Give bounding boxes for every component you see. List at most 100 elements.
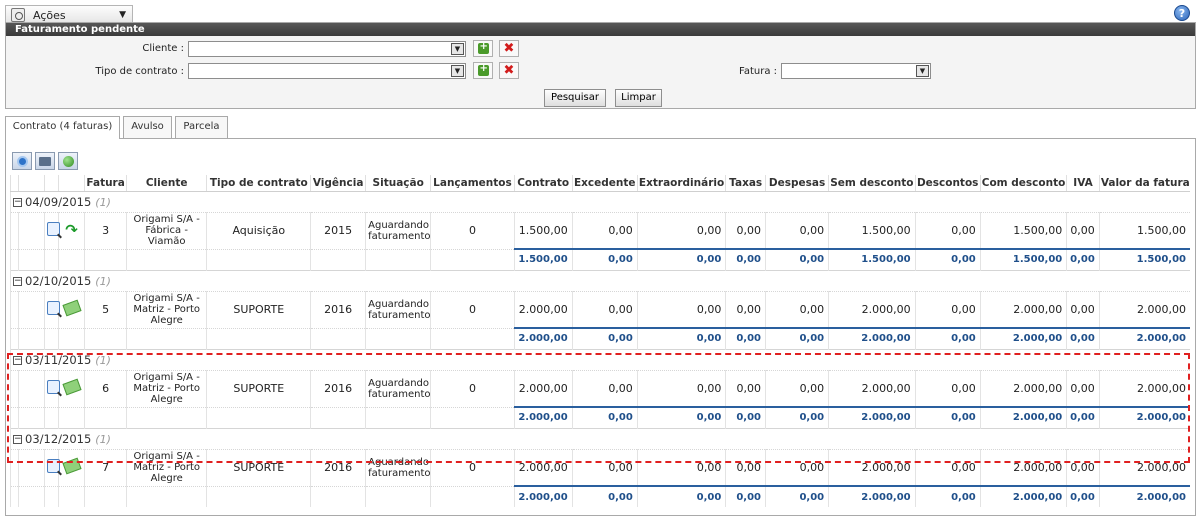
money-icon[interactable] [61, 378, 82, 396]
cell-despesas: 0,00 [765, 290, 829, 328]
process-button[interactable] [58, 152, 78, 170]
col-descontos[interactable]: Descontos [914, 175, 981, 192]
col-contrato[interactable]: Contrato [513, 175, 573, 192]
col-taxas[interactable]: Taxas [725, 175, 766, 192]
total-valor: 1.500,00 [1098, 248, 1190, 270]
tab-avulso[interactable]: Avulso [123, 116, 172, 138]
add-cliente-button[interactable] [473, 40, 493, 57]
tipo-contrato-select[interactable]: ▼ [188, 63, 466, 79]
export-button[interactable] [12, 152, 32, 170]
cliente-label: Cliente : [142, 43, 184, 54]
chevron-down-icon[interactable]: ▼ [916, 65, 929, 77]
cliente-select[interactable]: ▼ [188, 41, 466, 57]
cell-cliente: Origami S/A - Fábrica - Viamão [125, 211, 207, 249]
collapse-icon[interactable]: − [13, 277, 22, 286]
col-excedente[interactable]: Excedente [571, 175, 638, 192]
col-tipo-contrato[interactable]: Tipo de contrato [206, 175, 311, 192]
col-extraordinario[interactable]: Extraordinário [636, 175, 726, 192]
col-status [57, 175, 85, 192]
magnifier-icon[interactable] [46, 380, 60, 394]
empty-cell [9, 485, 19, 507]
cell-valor: 1.500,00 [1098, 211, 1190, 249]
help-icon[interactable]: ? [1174, 5, 1190, 21]
col-indent [18, 175, 45, 192]
col-lancamentos[interactable]: Lançamentos [430, 175, 515, 192]
fatura-select[interactable]: ▼ [781, 63, 931, 79]
actions-label: Ações [33, 8, 66, 22]
tree-line [9, 211, 19, 249]
money-icon[interactable] [61, 457, 82, 475]
view-cell [43, 290, 60, 328]
search-button[interactable]: Pesquisar [544, 89, 606, 107]
table-row[interactable]: 5 Origami S/A - Matriz - Porto Alegre SUPO… [9, 290, 1190, 328]
col-sem-desconto[interactable]: Sem desconto [828, 175, 916, 192]
total-descontos: 0,00 [914, 485, 981, 507]
cell-excedente: 0,00 [571, 369, 638, 407]
magnifier-icon[interactable] [46, 301, 60, 315]
col-fatura[interactable]: Fatura [84, 175, 127, 192]
add-tipo-contrato-button[interactable] [473, 62, 493, 79]
collapse-icon[interactable]: − [13, 198, 22, 207]
cell-tipo: SUPORTE [206, 290, 311, 328]
cell-extraordinario: 0,00 [636, 211, 726, 249]
cell-despesas: 0,00 [765, 448, 829, 486]
col-iva[interactable]: IVA [1066, 175, 1100, 192]
tree-line [9, 448, 19, 486]
magnifier-icon[interactable] [46, 222, 60, 236]
col-vigencia[interactable]: Vigência [310, 175, 366, 192]
group-header: −03/12/2015 (1) [10, 427, 1190, 449]
cell-contrato: 1.500,00 [513, 211, 573, 249]
col-valor-fatura[interactable]: Valor da fatura [1098, 175, 1190, 192]
total-iva: 0,00 [1066, 406, 1100, 428]
total-com_desconto: 2.000,00 [979, 485, 1067, 507]
empty-cell [18, 406, 45, 428]
green-circle-icon [62, 155, 74, 167]
cell-fatura: 5 [84, 290, 127, 328]
clear-button[interactable]: Limpar [615, 89, 662, 107]
cell-vigencia: 2016 [310, 369, 366, 407]
col-situacao[interactable]: Situação [365, 175, 431, 192]
tree-line [9, 290, 19, 328]
total-iva: 0,00 [1066, 327, 1100, 349]
cell-cliente: Origami S/A - Matriz - Porto Alegre [125, 448, 207, 486]
cell-iva: 0,00 [1066, 290, 1100, 328]
print-button[interactable] [35, 152, 55, 170]
empty-cell [310, 485, 366, 507]
money-icon[interactable] [61, 299, 82, 317]
cell-descontos: 0,00 [914, 448, 981, 486]
recurring-arrow-icon[interactable]: ↷ [64, 222, 80, 237]
tab-contrato[interactable]: Contrato (4 faturas) [5, 116, 120, 139]
tab-parcela[interactable]: Parcela [175, 116, 228, 138]
cell-contrato: 2.000,00 [513, 290, 573, 328]
col-cliente[interactable]: Cliente [125, 175, 207, 192]
collapse-icon[interactable]: − [13, 435, 22, 444]
clear-tipo-contrato-button[interactable]: ✖ [499, 62, 519, 79]
cell-situacao: Aguardando faturamento [365, 369, 431, 407]
invoices-grid: Fatura Cliente Tipo de contrato Vigência… [9, 175, 1190, 507]
table-row[interactable]: ↷ 3 Origami S/A - Fábrica - Viamão Aquisiçã… [9, 211, 1190, 249]
clear-cliente-button[interactable]: ✖ [499, 40, 519, 57]
chevron-down-icon[interactable]: ▼ [451, 65, 464, 77]
cell-excedente: 0,00 [571, 211, 638, 249]
total-row: 2.000,00 0,00 0,00 0,00 0,00 2.000,00 0,00 2.00… [9, 327, 1190, 349]
cell-tipo: Aquisição [206, 211, 311, 249]
total-despesas: 0,00 [765, 485, 829, 507]
group-cell: −03/12/2015 (1) [10, 427, 1190, 449]
cell-iva: 0,00 [1066, 369, 1100, 407]
tree-indent [18, 448, 45, 486]
cell-com_desconto: 2.000,00 [979, 369, 1067, 407]
total-extraordinario: 0,00 [636, 327, 726, 349]
total-extraordinario: 0,00 [636, 485, 726, 507]
table-row[interactable]: 7 Origami S/A - Matriz - Porto Alegre SUPO… [9, 448, 1190, 486]
cell-lancamentos: 0 [430, 211, 515, 249]
total-iva: 0,00 [1066, 248, 1100, 270]
cell-sem_desconto: 1.500,00 [828, 211, 916, 249]
col-despesas[interactable]: Despesas [765, 175, 829, 192]
chevron-down-icon[interactable]: ▼ [451, 43, 464, 55]
col-com-desconto[interactable]: Com desconto [979, 175, 1067, 192]
collapse-icon[interactable]: − [13, 356, 22, 365]
empty-cell [57, 327, 85, 349]
table-row[interactable]: 6 Origami S/A - Matriz - Porto Alegre SUPO… [9, 369, 1190, 407]
magnifier-icon[interactable] [46, 459, 60, 473]
cell-fatura: 6 [84, 369, 127, 407]
